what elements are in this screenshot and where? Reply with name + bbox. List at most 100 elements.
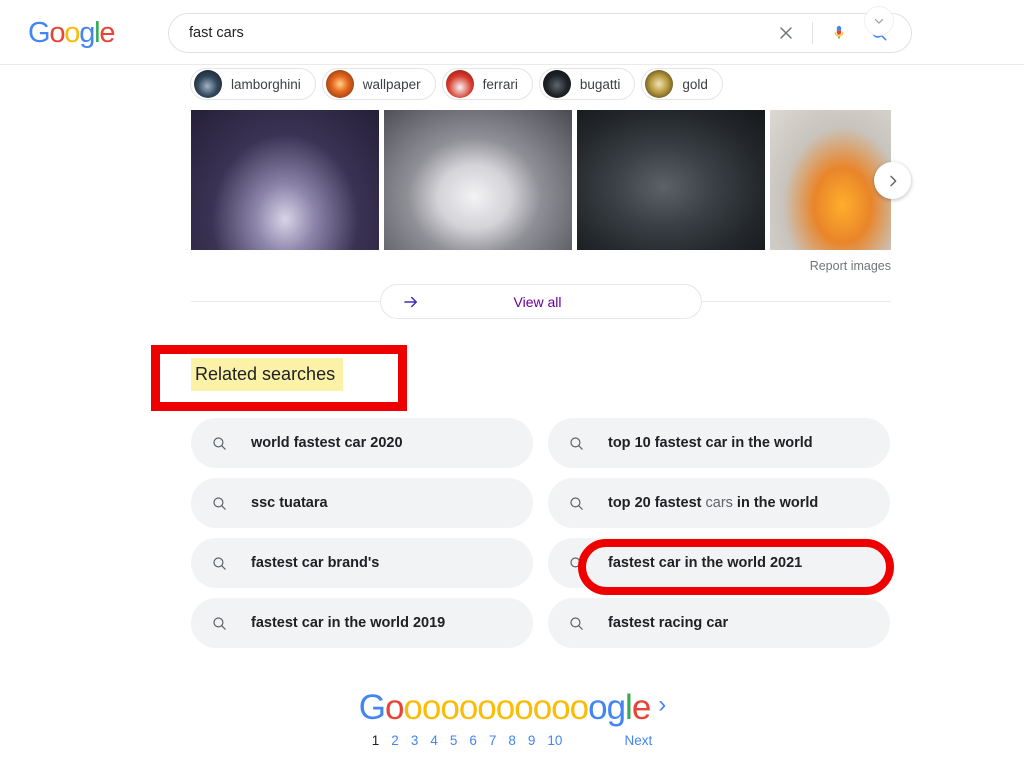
- related-search-item[interactable]: fastest car brand's: [191, 538, 533, 588]
- related-search-item[interactable]: ssc tuatara: [191, 478, 533, 528]
- related-search-label: fastest car in the world 2019: [251, 615, 446, 631]
- carousel-image[interactable]: [384, 110, 572, 250]
- search-bar[interactable]: fast cars: [168, 13, 912, 53]
- pagination-page-4[interactable]: 4: [430, 733, 438, 748]
- view-all-button[interactable]: View all: [380, 284, 702, 319]
- image-carousel[interactable]: [191, 110, 891, 250]
- pagination-footer: Goooooooooooogle › 1 2 3 4 5 6 7 8 9 10 Next: [0, 686, 1024, 750]
- logo-letter-e: e: [99, 17, 115, 49]
- divider-left: [191, 301, 380, 302]
- chip-label: ferrari: [482, 76, 518, 92]
- pagination-page-10[interactable]: 10: [547, 733, 562, 748]
- pagination-page-2[interactable]: 2: [391, 733, 399, 748]
- related-search-label: fastest racing car: [608, 615, 729, 631]
- chip-thumbnail-icon: [194, 70, 222, 98]
- pagination-links: 1 2 3 4 5 6 7 8 9 10 Next: [0, 732, 1024, 750]
- related-searches-column-left: world fastest car 2020 ssc tuatara faste…: [191, 418, 533, 648]
- related-search-label: top 10 fastest car in the world: [608, 435, 813, 451]
- search-icon: [211, 555, 237, 572]
- related-search-item[interactable]: world fastest car 2020: [191, 418, 533, 468]
- pagination-logo-letter-1: o: [384, 688, 404, 727]
- arrow-right-icon: [402, 293, 420, 311]
- related-search-item-highlighted[interactable]: fastest car in the world 2021: [548, 538, 890, 588]
- pagination-logo-letter-0: G: [358, 688, 386, 727]
- chip-label: gold: [682, 76, 708, 92]
- pagination-logo-letter-14: l: [625, 688, 633, 727]
- chip-thumbnail-icon: [445, 70, 474, 98]
- related-search-item[interactable]: top 20 fastest cars in the world: [548, 478, 890, 528]
- related-search-label: ssc tuatara: [251, 495, 328, 511]
- related-searches-column-right: top 10 fastest car in the world top 20 f…: [548, 418, 890, 648]
- search-input[interactable]: fast cars: [169, 23, 766, 43]
- pagination-page-7[interactable]: 7: [489, 733, 497, 748]
- carousel-image[interactable]: [577, 110, 765, 250]
- term-bold: top 20 fastest: [608, 495, 706, 511]
- pagination-logo-letter-6: o: [477, 688, 496, 727]
- related-search-item[interactable]: top 10 fastest car in the world: [548, 418, 890, 468]
- related-chips-row: lamborghini wallpaper ferrari bugatti go…: [0, 62, 1024, 106]
- google-logo[interactable]: Google: [28, 17, 116, 49]
- chip-thumbnail-icon: [645, 70, 674, 98]
- view-all-label: View all: [513, 293, 562, 310]
- related-search-label: fastest car brand's: [251, 555, 380, 571]
- logo-letter-g1: G: [28, 17, 51, 49]
- carousel-image[interactable]: [191, 110, 379, 250]
- related-search-label: top 20 fastest cars in the world: [594, 494, 818, 512]
- pagination-logo-letter-10: o: [551, 688, 570, 727]
- chip-label: bugatti: [579, 76, 621, 92]
- chip-thumbnail-icon: [542, 70, 571, 98]
- logo-letter-o1: o: [49, 17, 65, 49]
- carousel-next-button[interactable]: [874, 162, 911, 199]
- report-images-link[interactable]: Report images: [810, 259, 891, 273]
- chip-label: wallpaper: [362, 76, 421, 92]
- pagination-logo-letter-12: o: [588, 688, 607, 727]
- logo-letter-g2: g: [79, 17, 95, 49]
- pagination-page-6[interactable]: 6: [469, 733, 477, 748]
- chip-thumbnail-icon: [325, 70, 354, 98]
- chip-lamborghini[interactable]: lamborghini: [190, 68, 316, 100]
- microphone-icon[interactable]: [819, 13, 859, 53]
- search-icon: [568, 495, 594, 512]
- pagination-logo-letter-8: o: [514, 688, 533, 727]
- pagination-page-8[interactable]: 8: [508, 733, 516, 748]
- logo-letter-o2: o: [64, 17, 80, 49]
- related-search-item[interactable]: fastest car in the world 2019: [191, 598, 533, 648]
- pagination-page-3[interactable]: 3: [411, 733, 419, 748]
- carousel-image[interactable]: [770, 110, 891, 250]
- search-icon: [211, 615, 237, 632]
- pagination-next-chevron-icon[interactable]: ›: [658, 686, 666, 724]
- view-all-row: View all: [191, 284, 891, 319]
- pagination-logo-letter-9: o: [532, 688, 552, 727]
- expand-chips-button[interactable]: [864, 6, 894, 36]
- pagination-logo-letter-5: o: [458, 688, 478, 727]
- chip-bugatti[interactable]: bugatti: [538, 68, 636, 100]
- pagination-logo-letter-7: o: [495, 688, 515, 727]
- chip-wallpaper[interactable]: wallpaper: [321, 68, 436, 100]
- pagination-current-page: 1: [371, 733, 380, 748]
- chevron-down-icon: [874, 18, 884, 24]
- search-icon: [568, 435, 594, 452]
- clear-icon[interactable]: [766, 13, 806, 53]
- related-search-label: world fastest car 2020: [251, 435, 403, 451]
- search-icon: [211, 495, 237, 512]
- pagination-page-5[interactable]: 5: [450, 733, 458, 748]
- related-searches-heading: Related searches: [191, 358, 344, 391]
- term-plain: cars: [705, 495, 733, 511]
- pagination-page-9[interactable]: 9: [528, 733, 536, 748]
- search-icon: [568, 555, 594, 572]
- related-search-label: fastest car in the world 2021: [608, 555, 803, 571]
- chip-ferrari[interactable]: ferrari: [441, 68, 533, 100]
- pagination-logo-letter-11: o: [569, 688, 589, 727]
- pagination-next-link[interactable]: Next: [624, 733, 652, 748]
- related-search-item[interactable]: fastest racing car: [548, 598, 890, 648]
- term-bold-2: in the world: [732, 495, 819, 511]
- chip-label: lamborghini: [231, 76, 301, 92]
- google-pagination-logo: Goooooooooooogle ›: [0, 686, 1024, 727]
- chevron-right-icon: [889, 175, 896, 186]
- pagination-logo-letter-4: o: [440, 688, 459, 727]
- chip-gold[interactable]: gold: [641, 68, 723, 100]
- search-icon: [211, 435, 237, 452]
- divider: [812, 22, 813, 44]
- pagination-logo-letter-2: o: [403, 688, 422, 727]
- search-icon: [568, 615, 594, 632]
